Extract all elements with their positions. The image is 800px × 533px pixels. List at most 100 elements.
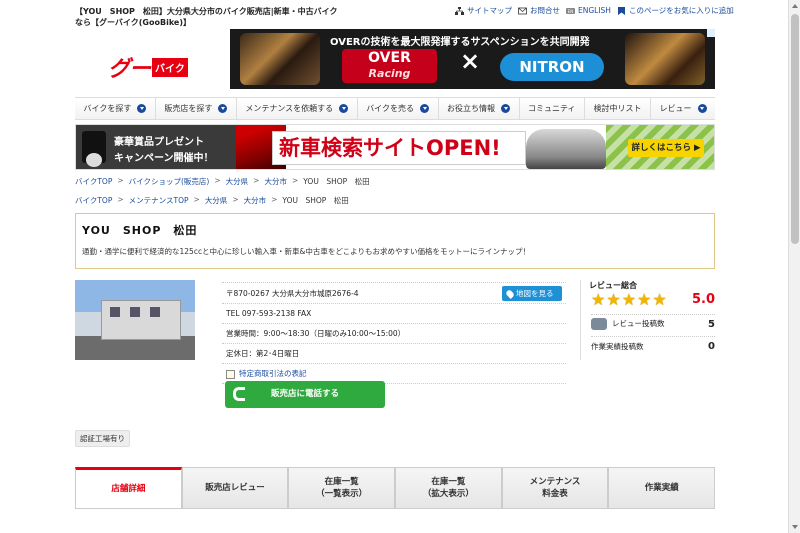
campaign-line1: 豪華賞品プレゼント xyxy=(114,137,204,148)
crumb-maintenance-top[interactable]: メンテナンスTOP xyxy=(129,195,189,206)
english-label: ENGLISH xyxy=(578,6,611,15)
racing-text: Racing xyxy=(368,67,411,80)
logo-goo-text: グー xyxy=(108,57,151,82)
crumb-city[interactable]: 大分市 xyxy=(264,176,287,187)
review-posts-label: レビュー投稿数 xyxy=(612,319,665,328)
review-divider xyxy=(591,336,715,337)
nav-considering-list[interactable]: 検討中リスト xyxy=(585,98,652,119)
document-icon xyxy=(226,369,235,379)
review-posts-row[interactable]: レビュー投稿数 5 xyxy=(591,318,715,330)
review-stars: ★ ★ ★ ★ ★ xyxy=(591,292,667,308)
breadcrumb-maintenance: バイクTOP > メンテナンスTOP > 大分県 > 大分市 > YOU SHOP 松田 xyxy=(75,195,349,206)
crumb-separator: > xyxy=(193,195,200,204)
review-divider xyxy=(591,314,715,315)
breadcrumb-bike: バイクTOP > バイクショップ(販売店) > 大分県 > 大分市 > YOU SHOP… xyxy=(75,176,370,187)
contact-link[interactable]: お問合せ xyxy=(518,5,560,16)
sitemap-link[interactable]: サイトマップ xyxy=(455,5,512,16)
tab-work-record[interactable]: 作業実績 xyxy=(608,467,716,508)
crumb-prefecture[interactable]: 大分県 xyxy=(205,195,228,206)
crumb-city[interactable]: 大分市 xyxy=(244,195,267,206)
over-racing-logo: OVER Racing xyxy=(342,49,437,83)
details-button[interactable]: 詳しくはこちら ▶ xyxy=(628,139,704,157)
bookmark-link[interactable]: このページをお気に入りに追加 xyxy=(617,5,734,16)
nav-label: バイクを売る xyxy=(366,104,415,113)
crumb-separator: > xyxy=(291,176,299,185)
tab-maintenance-price[interactable]: メンテナンス 料金表 xyxy=(501,467,609,508)
nav-community[interactable]: コミュニティ xyxy=(520,98,586,119)
nav-label: 販売店を探す xyxy=(164,104,213,113)
shop-name: YOU SHOP 松田 xyxy=(82,224,198,237)
contact-label: お問合せ xyxy=(530,6,560,15)
nav-find-shop[interactable]: 販売店を探す xyxy=(156,98,237,119)
page-scrollbar[interactable] xyxy=(788,0,800,533)
chevron-down-icon xyxy=(218,104,228,113)
scroll-down-icon[interactable] xyxy=(792,525,798,529)
tab-shop-details[interactable]: 店舗詳細 xyxy=(75,467,182,508)
call-shop-button[interactable]: 販売店に電話する xyxy=(225,381,385,408)
map-button[interactable]: 地図を見る xyxy=(502,286,562,301)
english-link[interactable]: EN ENGLISH xyxy=(566,6,611,15)
crumb-separator: > xyxy=(253,176,260,185)
ad-info-icon[interactable] xyxy=(707,29,715,37)
scroll-thumb[interactable] xyxy=(791,14,799,244)
review-bubble-icon xyxy=(591,318,607,330)
phone-icon xyxy=(233,387,245,401)
building-window xyxy=(110,307,120,317)
collab-times-icon: × xyxy=(460,47,481,75)
nav-find-bike[interactable]: バイクを探す xyxy=(75,98,156,119)
works-posts-count: 0 xyxy=(708,341,715,352)
chevron-down-icon xyxy=(501,104,511,113)
global-nav: バイクを探す 販売店を探す メンテナンスを依頼する バイクを売る お役立ち情報 … xyxy=(75,97,715,120)
shop-building xyxy=(101,300,181,340)
nitron-logo: NITRON xyxy=(500,53,604,81)
shop-hours: 営業時間：9:00～18:30（日曜のみ10:00～15:00） xyxy=(222,324,566,344)
suspension-image-right xyxy=(625,33,705,85)
motorcycle-image xyxy=(526,129,606,169)
tab-stock-large[interactable]: 在庫一覧 （拡大表示） xyxy=(395,467,502,508)
works-posts-row[interactable]: 作業実績投稿数 0 xyxy=(591,341,715,352)
nav-useful-info[interactable]: お役立ち情報 xyxy=(439,98,520,119)
star-icon: ★ xyxy=(606,290,621,309)
ad-banner-new-search[interactable]: 豪華賞品プレゼント キャンペーン開催中！ 新車検索サイトOPEN! 詳しくはこち… xyxy=(75,124,715,170)
nav-maintenance[interactable]: メンテナンスを依頼する xyxy=(237,98,358,119)
crumb-current: YOU SHOP 松田 xyxy=(303,177,370,186)
crumb-bike-shop[interactable]: バイクショップ(販売店) xyxy=(129,176,210,187)
ad-headline: OVERの技術を最大限発揮するサスペンションを共同開発 xyxy=(330,37,590,48)
tab-shop-review[interactable]: 販売店レビュー xyxy=(181,467,289,508)
crumb-bike-top[interactable]: バイクTOP xyxy=(75,195,112,206)
crumb-separator: > xyxy=(271,195,278,204)
star-icon: ★ xyxy=(652,290,667,309)
shop-holiday: 定休日：第2･4日曜日 xyxy=(222,344,566,364)
crumb-separator: > xyxy=(214,176,221,185)
review-summary: レビュー総合 ★ ★ ★ ★ ★ 5.0 レビュー投稿数 5 作業実績投稿数 0 xyxy=(580,280,715,360)
sitemap-icon xyxy=(455,6,464,15)
crumb-separator: > xyxy=(117,195,124,204)
chevron-down-icon xyxy=(339,104,349,113)
nav-label: お役立ち情報 xyxy=(447,104,496,113)
chevron-down-icon xyxy=(697,104,707,113)
goobike-logo[interactable]: グー バイク xyxy=(108,51,188,83)
tab-stock-list[interactable]: 在庫一覧 （一覧表示） xyxy=(288,467,396,508)
bookmark-icon xyxy=(617,6,625,15)
ad-banner-suspension[interactable]: OVERの技術を最大限発揮するサスペンションを共同開発 OVER Racing … xyxy=(230,29,715,89)
nav-label: 検討中リスト xyxy=(593,104,642,113)
crumb-current: YOU SHOP 松田 xyxy=(282,196,349,205)
nav-label: コミュニティ xyxy=(528,104,576,113)
logo-bike-text: バイク xyxy=(152,57,188,77)
building-window xyxy=(130,307,140,317)
nav-review[interactable]: レビュー xyxy=(651,98,715,119)
works-posts-label: 作業実績投稿数 xyxy=(591,342,644,351)
call-button-label: 販売店に電話する xyxy=(270,389,339,399)
nav-label: バイクを探す xyxy=(83,104,132,113)
review-posts-count: 5 xyxy=(708,318,715,330)
nav-sell-bike[interactable]: バイクを売る xyxy=(358,98,439,119)
crumb-bike-top[interactable]: バイクTOP xyxy=(75,176,112,187)
shop-photo[interactable] xyxy=(75,280,195,360)
crumb-separator: > xyxy=(117,176,124,185)
scroll-up-icon[interactable] xyxy=(792,4,798,8)
mail-icon xyxy=(518,7,527,14)
review-score: 5.0 xyxy=(691,292,715,307)
crumb-prefecture[interactable]: 大分県 xyxy=(226,176,249,187)
shop-header-box: YOU SHOP 松田 通勤・通学に便利で経済的な125ccと中心に珍しい輸入車… xyxy=(75,213,715,269)
shop-description: 通勤・通学に便利で経済的な125ccと中心に珍しい輸入車・新車&中古車をどこより… xyxy=(82,247,531,256)
